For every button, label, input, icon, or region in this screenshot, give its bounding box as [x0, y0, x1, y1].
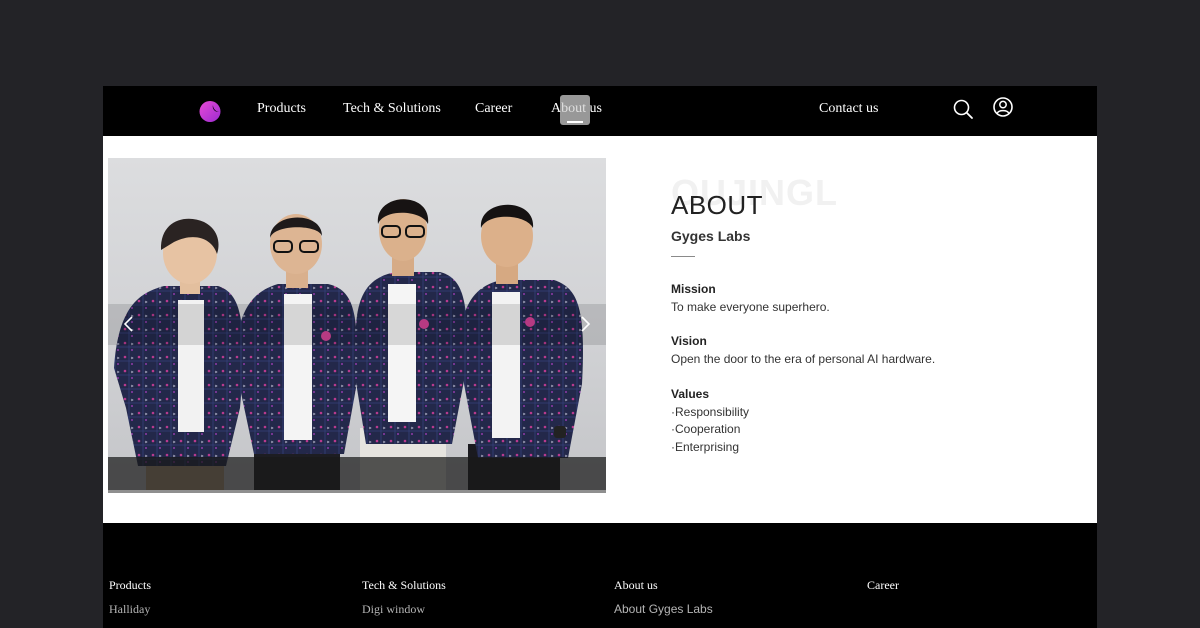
carousel-arrow-band — [108, 304, 606, 345]
carousel-caption-band — [108, 457, 606, 493]
search-icon[interactable] — [952, 98, 974, 120]
footer-link-digi-window[interactable]: Digi window — [362, 602, 425, 617]
footer-heading-career[interactable]: Career — [867, 578, 899, 593]
brand-logo-icon[interactable] — [199, 99, 223, 123]
nav-tech-solutions[interactable]: Tech & Solutions — [343, 101, 441, 117]
value-item: ·Responsibility — [671, 405, 750, 419]
chevron-right-icon[interactable] — [574, 313, 596, 335]
values-heading: Values — [671, 387, 710, 401]
person-2 — [236, 214, 358, 493]
footer-heading-about[interactable]: About us — [614, 578, 658, 593]
mission-heading: Mission — [671, 282, 716, 296]
vision-text: Open the door to the era of personal AI … — [671, 352, 936, 366]
user-icon[interactable] — [992, 96, 1014, 118]
vision-heading: Vision — [671, 334, 707, 348]
top-navigation-bar: Products Tech & Solutions Career About u… — [103, 86, 1097, 136]
about-section: OUJINGL ABOUT Gyges Labs Mission To make… — [103, 136, 1097, 523]
company-name: Gyges Labs — [671, 228, 751, 244]
footer-heading-tech[interactable]: Tech & Solutions — [362, 578, 446, 593]
about-title: ABOUT — [671, 190, 764, 220]
nav-career[interactable]: Career — [475, 101, 512, 117]
carousel-progress-bar — [108, 490, 606, 493]
person-1 — [114, 218, 244, 493]
chevron-left-icon[interactable] — [118, 313, 140, 335]
nav-hover-highlight — [560, 95, 590, 125]
footer-heading-products[interactable]: Products — [109, 578, 151, 593]
mission-text: To make everyone superhero. — [671, 300, 830, 314]
person-4 — [460, 204, 583, 493]
team-photo-carousel[interactable] — [108, 158, 606, 493]
site-footer: Products Halliday Tech & Solutions Digi … — [103, 523, 1097, 628]
footer-link-halliday[interactable]: Halliday — [109, 602, 150, 617]
footer-link-about-gyges[interactable]: About Gyges Labs — [614, 602, 713, 616]
nav-contact-us[interactable]: Contact us — [819, 101, 879, 117]
title-divider — [671, 256, 695, 257]
person-3 — [354, 199, 467, 493]
value-item: ·Enterprising — [671, 440, 740, 454]
nav-products[interactable]: Products — [257, 101, 306, 117]
browser-frame: Products Tech & Solutions Career About u… — [103, 86, 1097, 628]
value-item: ·Cooperation — [671, 422, 741, 436]
